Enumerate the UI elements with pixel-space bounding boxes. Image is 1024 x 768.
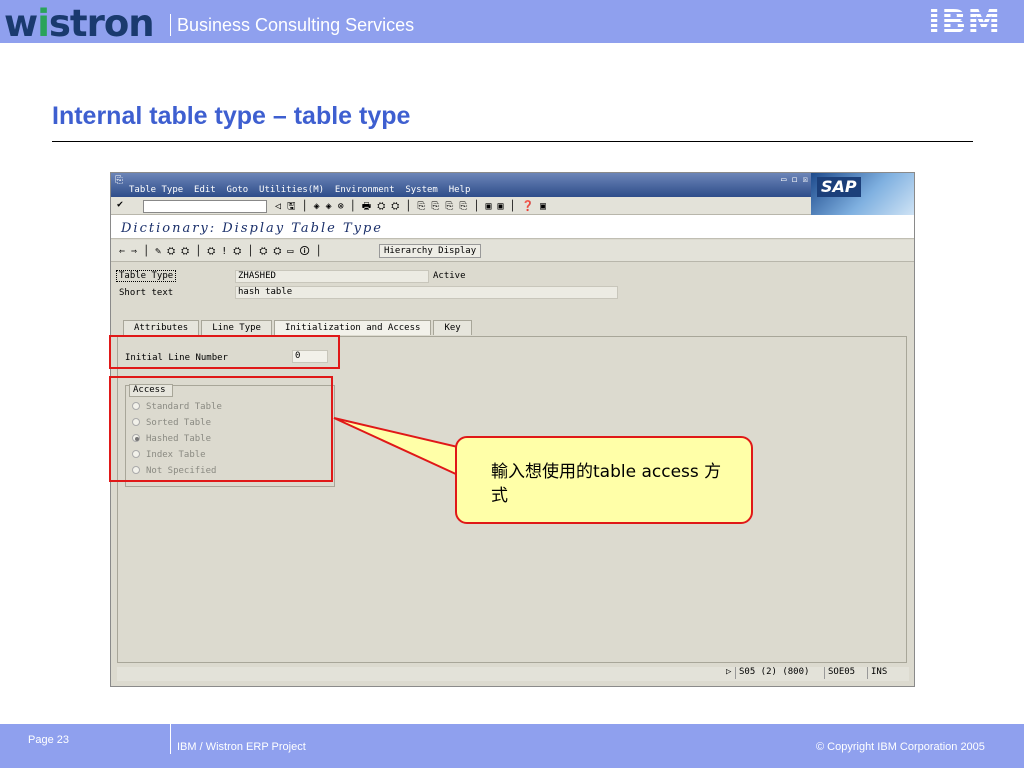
application-toolbar-icons[interactable]: ⇐ ⇒ │ ✎ ⛭ ⛭ │ ⛭ ! ⛭ │ ⛭ ⛭ ▭ 🛈 │ — [119, 244, 322, 261]
short-text-label: Short text — [119, 288, 174, 298]
short-text-field[interactable]: hash table — [235, 286, 618, 299]
callout-text: 輸入想使用的table access 方式 — [491, 462, 722, 506]
screen-title-bar: Dictionary: Display Table Type — [111, 215, 914, 239]
wistron-logo: wistron — [4, 2, 155, 45]
tab-attributes[interactable]: Attributes — [123, 320, 200, 335]
activation-status: Active — [433, 271, 466, 281]
highlight-initial-line — [109, 335, 340, 369]
title-divider — [52, 141, 973, 142]
session-info: S05 (2) (800) — [735, 667, 812, 679]
project-name: IBM / Wistron ERP Project — [170, 724, 306, 754]
copyright: © Copyright IBM Corporation 2005 — [816, 741, 985, 753]
window-controls[interactable]: ▭ ◻ ☒ — [781, 175, 808, 185]
sap-menu[interactable]: Table Type Edit Goto Utilities(M) Enviro… — [129, 185, 470, 195]
window-menu-icon[interactable]: ⎘ — [115, 175, 123, 186]
enter-icon[interactable]: ✔ — [117, 199, 123, 210]
header-banner: wistron Business Consulting Services IBM — [0, 0, 1024, 45]
footer: Page 23 IBM / Wistron ERP Project © Copy… — [0, 724, 1024, 768]
tab-key[interactable]: Key — [433, 320, 472, 335]
standard-toolbar: ✔ ◁ 🖫 │ ◈ ◈ ⊗ │ 🖶 ⛭ ⛭ │ ⎘ ⎘ ⎘ ⎘ │ ▣ ▣ │ … — [111, 197, 811, 215]
status-expand-arrow[interactable]: ▷ — [723, 667, 734, 679]
annotation-callout: 輸入想使用的table access 方式 — [455, 436, 753, 524]
hierarchy-display-button[interactable]: Hierarchy Display — [379, 244, 482, 258]
server-info: SOE05 — [824, 667, 858, 679]
screen-title: Dictionary: Display Table Type — [121, 221, 383, 236]
ibm-logo: IBM — [928, 2, 1002, 41]
table-type-label: Table Type — [115, 270, 177, 282]
table-type-field[interactable]: ZHASHED — [235, 270, 429, 283]
input-mode: INS — [867, 667, 890, 679]
command-field[interactable] — [143, 200, 267, 213]
tab-line-type[interactable]: Line Type — [201, 320, 272, 335]
application-toolbar: ⇐ ⇒ │ ✎ ⛭ ⛭ │ ⛭ ! ⛭ │ ⛭ ⛭ ▭ 🛈 │ Hierarch… — [111, 240, 914, 262]
page-number: Page 23 — [28, 734, 69, 746]
tab-initialization-and-access[interactable]: Initialization and Access — [273, 320, 432, 335]
tab-strip: Attributes Line Type Initialization and Ac… — [123, 320, 474, 336]
status-bar: ▷ S05 (2) (800) SOE05 INS — [117, 667, 909, 681]
callout-pointer — [333, 417, 459, 477]
sap-logo: SAP — [811, 173, 914, 215]
division-label: Business Consulting Services — [170, 14, 414, 36]
highlight-access-group — [109, 376, 333, 482]
slide-title: Internal table type – table type — [52, 102, 411, 130]
standard-toolbar-icons[interactable]: ◁ 🖫 │ ◈ ◈ ⊗ │ 🖶 ⛭ ⛭ │ ⎘ ⎘ ⎘ ⎘ │ ▣ ▣ │ ❓ … — [275, 199, 546, 216]
sap-menu-bar: ⎘ Table Type Edit Goto Utilities(M) Envi… — [111, 173, 914, 197]
